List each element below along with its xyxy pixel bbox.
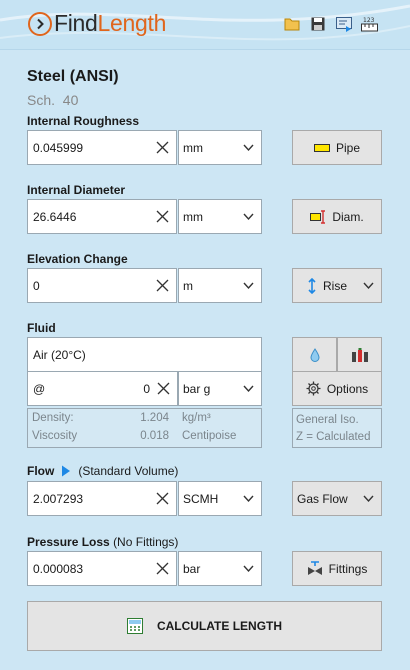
fittings-button[interactable]: Fittings xyxy=(292,551,382,586)
density-label: Density: xyxy=(32,412,74,424)
fluid-library-button[interactable] xyxy=(337,337,382,372)
roughness-value: 0.045999 xyxy=(33,140,84,155)
flow-label-row: Flow (Standard Volume) xyxy=(27,464,178,478)
elevation-input[interactable]: 0 xyxy=(27,268,177,303)
diameter-unit: mm xyxy=(183,209,203,224)
rise-dropdown[interactable]: Rise xyxy=(292,268,382,303)
flow-unit: SCMH xyxy=(183,491,219,506)
pressure-loss-value: 0.000083 xyxy=(33,561,84,576)
clear-icon[interactable] xyxy=(155,140,170,155)
pressure-prefix: @ xyxy=(33,382,46,396)
units-icon-text: 123 xyxy=(363,17,375,24)
viscosity-label: Viscosity xyxy=(32,430,78,442)
density-unit: kg/m³ xyxy=(182,412,211,424)
app-header: FindLength 123 xyxy=(0,0,410,50)
pressure-loss-unit-select[interactable]: bar xyxy=(178,551,262,586)
fluid-name-field[interactable]: Air (20°C) xyxy=(27,337,262,372)
diameter-button-label: Diam. xyxy=(332,209,364,224)
elevation-value: 0 xyxy=(33,278,40,293)
diameter-label: Internal Diameter xyxy=(27,183,126,197)
clear-icon[interactable] xyxy=(155,491,170,506)
fluid-name-value: Air (20°C) xyxy=(33,347,86,362)
roughness-input[interactable]: 0.045999 xyxy=(27,130,177,165)
fluid-properties-panel: Density: 1.204 kg/m³ Viscosity 0.018 Cen… xyxy=(27,408,262,448)
logo-chevron-icon xyxy=(28,11,52,36)
pressure-loss-input[interactable]: 0.000083 xyxy=(27,551,177,586)
pipe-icon xyxy=(313,143,330,153)
logo-length-text: Length xyxy=(97,10,167,36)
clear-icon[interactable] xyxy=(156,381,171,396)
pipe-button[interactable]: Pipe xyxy=(292,130,382,165)
calculate-length-label: CALCULATE LENGTH xyxy=(156,619,283,633)
elevation-unit: m xyxy=(183,278,193,293)
pressure-loss-label: Pressure Loss xyxy=(27,535,110,549)
pressure-loss-note: (No Fittings) xyxy=(113,535,179,549)
material-title: Steel (ANSI) xyxy=(27,68,119,85)
chevron-down-icon xyxy=(243,144,254,152)
clear-icon[interactable] xyxy=(155,209,170,224)
flow-direction-icon[interactable] xyxy=(61,465,71,477)
chevron-down-icon xyxy=(243,385,254,393)
save-icon[interactable] xyxy=(309,15,327,33)
options-button-label: Options xyxy=(326,381,369,396)
clear-icon[interactable] xyxy=(155,561,170,576)
flow-value: 2.007293 xyxy=(33,491,84,506)
flow-input[interactable]: 2.007293 xyxy=(27,481,177,516)
chevron-down-icon xyxy=(243,495,254,503)
diameter-button[interactable]: Diam. xyxy=(292,199,382,234)
fittings-button-label: Fittings xyxy=(328,561,368,576)
diameter-input[interactable]: 26.6446 xyxy=(27,199,177,234)
roughness-unit-select[interactable]: mm xyxy=(178,130,262,165)
pressure-unit-select[interactable]: bar g xyxy=(178,371,262,406)
open-folder-icon[interactable] xyxy=(283,15,301,33)
diameter-value: 26.6446 xyxy=(33,209,77,224)
logo-find-text: Find xyxy=(54,10,98,36)
chevron-down-icon xyxy=(243,282,254,290)
export-icon[interactable] xyxy=(335,15,353,33)
viscosity-unit: Centipoise xyxy=(182,430,237,442)
flow-type: Gas Flow xyxy=(297,491,348,506)
calculate-length-button[interactable]: CALCULATE LENGTH xyxy=(27,601,382,651)
chevron-down-icon xyxy=(363,495,374,503)
roughness-label: Internal Roughness xyxy=(27,114,140,128)
app-logo: FindLength xyxy=(28,10,166,37)
rise-dropdown-label: Rise xyxy=(323,278,348,293)
pressure-input[interactable]: @ 0 xyxy=(27,371,178,406)
viscosity-value: 0.018 xyxy=(140,430,169,442)
calculator-icon xyxy=(126,618,143,634)
flow-note: (Standard Volume) xyxy=(78,464,179,478)
chevron-down-icon xyxy=(363,282,374,290)
elevation-unit-select[interactable]: m xyxy=(178,268,262,303)
pressure-value: 0 xyxy=(143,382,150,396)
chevron-down-icon xyxy=(243,565,254,573)
units-icon[interactable]: 123 xyxy=(361,15,379,33)
chevron-down-icon xyxy=(243,213,254,221)
model-line-2: Z = Calculated xyxy=(296,431,371,443)
rise-arrow-icon xyxy=(307,277,317,294)
elevation-label: Elevation Change xyxy=(27,252,128,266)
diameter-icon xyxy=(310,209,326,224)
water-drop-icon xyxy=(309,347,320,362)
material-schedule: Sch. 40 xyxy=(27,92,79,108)
toolbar: 123 xyxy=(283,15,379,33)
roughness-unit: mm xyxy=(183,140,203,155)
compressibility-panel: General Iso. Z = Calculated xyxy=(292,408,382,448)
model-line-1: General Iso. xyxy=(296,414,359,426)
pressure-unit: bar g xyxy=(183,381,211,396)
options-button[interactable]: Options xyxy=(292,371,382,406)
fluid-label: Fluid xyxy=(27,321,56,335)
clear-icon[interactable] xyxy=(155,278,170,293)
fluid-phase-button[interactable] xyxy=(292,337,337,372)
valve-icon xyxy=(307,560,323,577)
flow-type-select[interactable]: Gas Flow xyxy=(292,481,382,516)
density-value: 1.204 xyxy=(140,412,169,424)
flow-unit-select[interactable]: SCMH xyxy=(178,481,262,516)
gear-icon xyxy=(306,381,321,396)
cylinders-icon xyxy=(351,347,368,362)
diameter-unit-select[interactable]: mm xyxy=(178,199,262,234)
pressure-loss-label-row: Pressure Loss (No Fittings) xyxy=(27,535,178,549)
pipe-button-label: Pipe xyxy=(335,140,361,155)
flow-label: Flow xyxy=(27,464,55,478)
pressure-loss-unit: bar xyxy=(183,561,201,576)
